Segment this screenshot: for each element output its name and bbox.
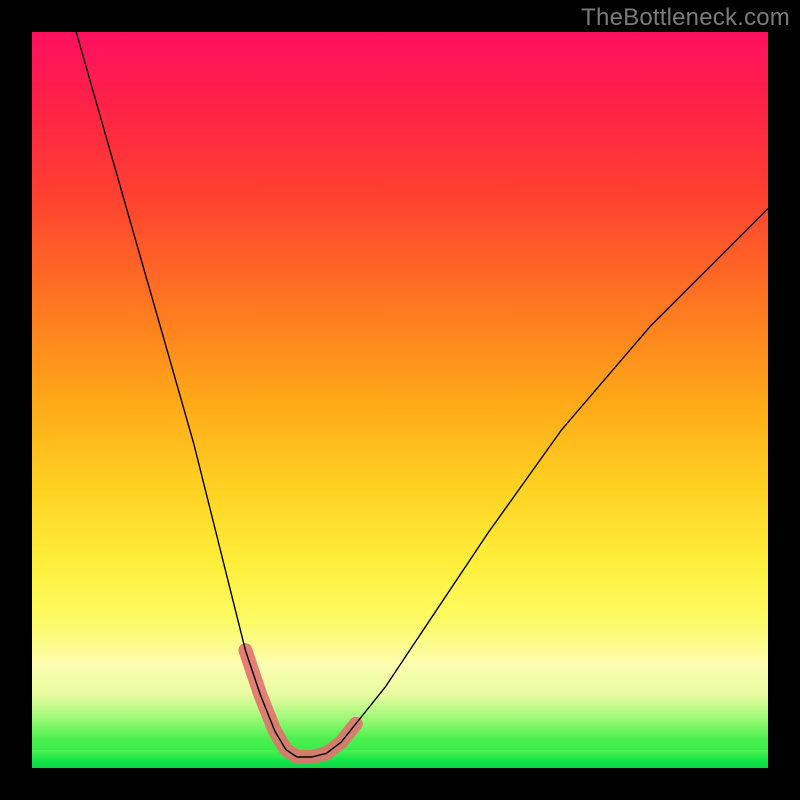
chart-svg	[32, 32, 768, 768]
outer-frame: TheBottleneck.com	[0, 0, 800, 800]
bottleneck-curve	[76, 32, 768, 757]
watermark-text: TheBottleneck.com	[581, 4, 790, 32]
plot-area	[32, 32, 768, 768]
optimal-band-marker	[245, 650, 355, 757]
